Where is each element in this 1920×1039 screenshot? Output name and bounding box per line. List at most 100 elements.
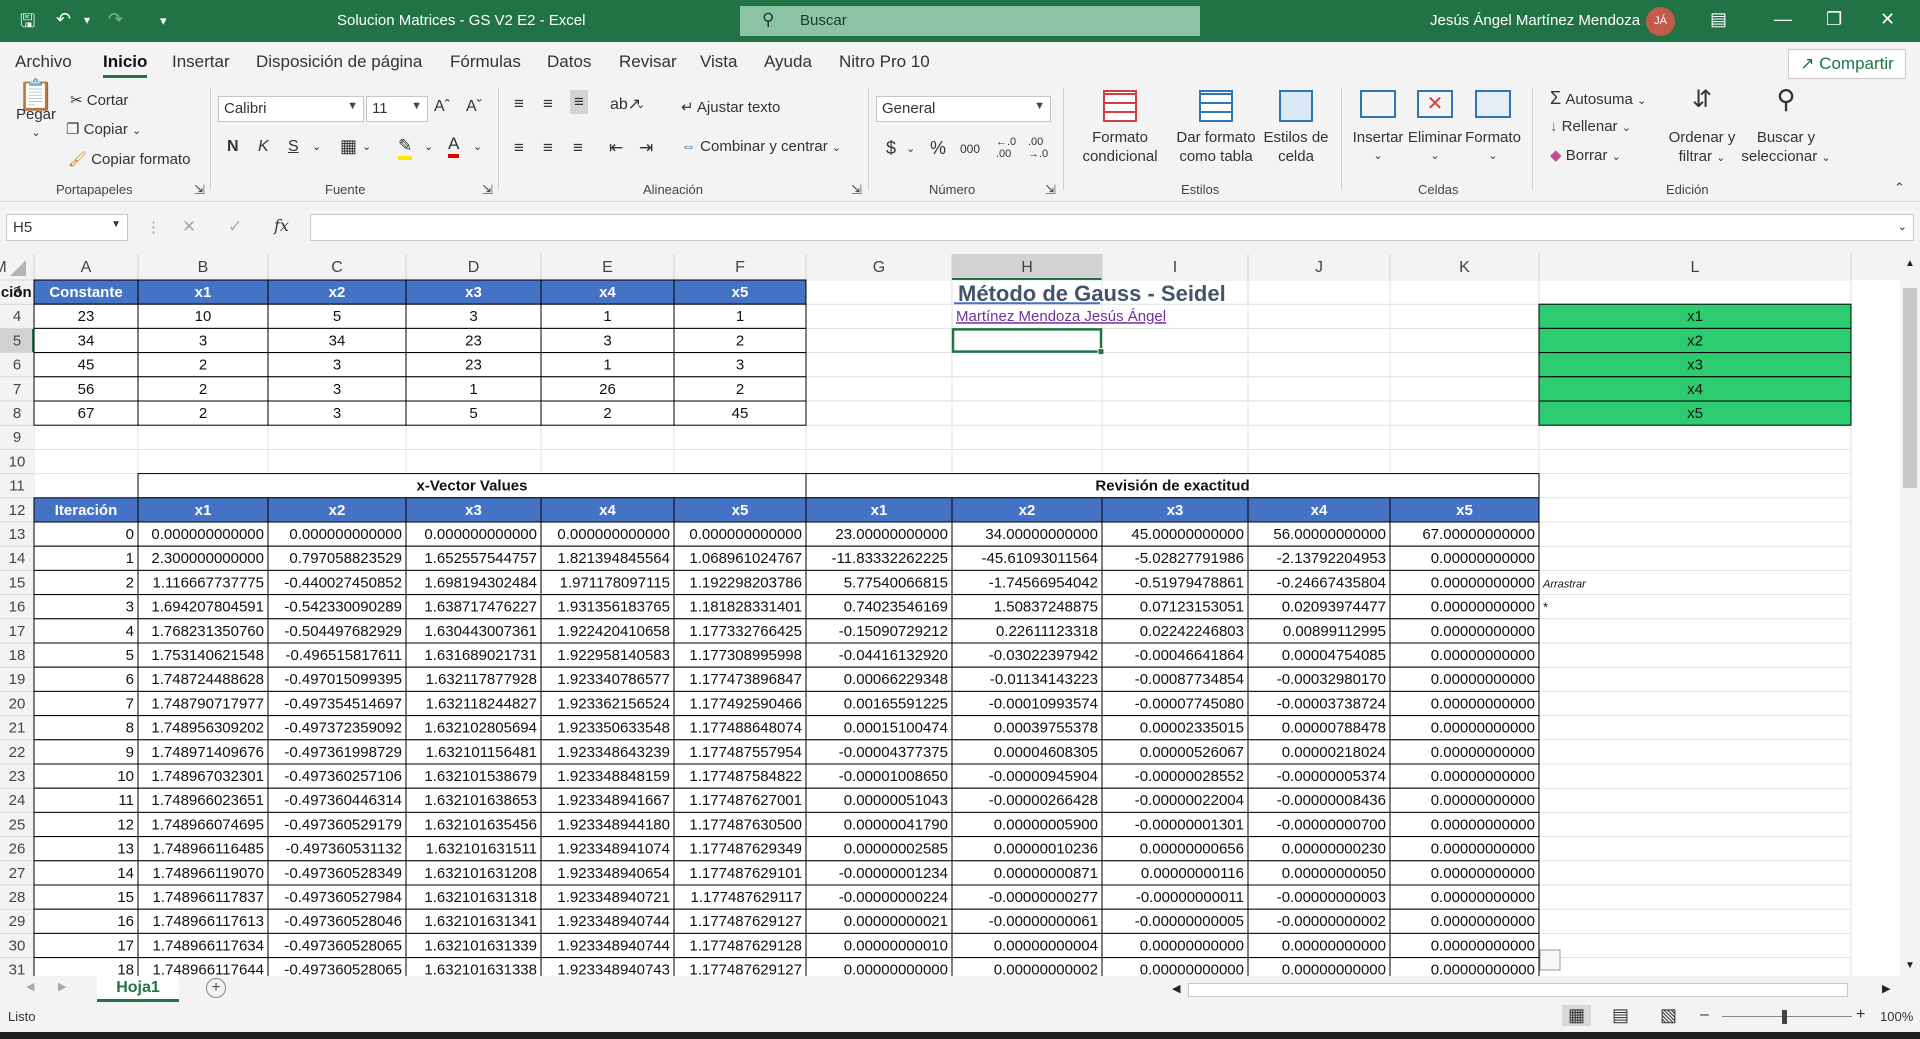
zoom-in-button[interactable]: + [1856, 1006, 1865, 1024]
save-icon[interactable]: 🖫 [20, 9, 35, 39]
tab-insertar[interactable]: Insertar [172, 52, 230, 72]
row-header-18[interactable]: 18 [9, 647, 26, 664]
row-header-10[interactable]: 10 [9, 453, 26, 470]
chevron-down-icon[interactable]: ⌄ [424, 140, 433, 153]
column-header-j[interactable]: J [1315, 259, 1323, 276]
row-header-15[interactable]: 15 [9, 574, 26, 591]
tab-formulas[interactable]: Fórmulas [450, 52, 521, 72]
undo-icon[interactable]: ↶ [56, 9, 71, 30]
autofill-options-icon[interactable] [1539, 949, 1561, 971]
scroll-down-icon[interactable]: ▼ [1905, 960, 1915, 971]
zoom-slider-thumb[interactable] [1782, 1010, 1787, 1024]
row-header-19[interactable]: 19 [9, 671, 26, 688]
autosum-button[interactable]: Σ Autosuma ⌄ [1550, 88, 1646, 109]
number-format-select[interactable]: General ▼ [876, 96, 1051, 122]
worksheet-grid[interactable]: A B C D E F G H I J K L M 3 4 5 6 7 8 9 10 11 12 13 14 15 16 17 18 19… [0, 254, 1900, 976]
align-top-icon[interactable]: ≡ [514, 94, 524, 114]
normal-view-icon[interactable]: ▦ [1562, 1005, 1592, 1026]
row-header-25[interactable]: 25 [9, 816, 26, 833]
column-header-l[interactable]: L [1691, 259, 1700, 276]
iteration-cell[interactable] [33, 521, 139, 547]
add-sheet-button[interactable]: + [206, 978, 226, 998]
row-header-28[interactable]: 28 [9, 889, 26, 906]
increase-font-icon[interactable]: Aˆ [434, 98, 450, 116]
iteration-cell[interactable] [33, 545, 139, 571]
decrease-decimal-icon[interactable]: .00 →.0 [1028, 136, 1048, 160]
vertical-scrollbar[interactable]: ▲ ▼ [1900, 254, 1920, 976]
align-bottom-icon[interactable]: ≡ [570, 90, 588, 114]
chevron-down-icon[interactable]: ⌄ [312, 140, 321, 153]
row-header-11[interactable]: 11 [9, 478, 25, 495]
dialog-launcher-icon[interactable]: ⇲ [482, 182, 493, 198]
page-layout-icon[interactable]: ▤ [1612, 1005, 1629, 1026]
iteration-cell[interactable] [33, 715, 139, 741]
iteration-cell[interactable] [33, 690, 139, 717]
decrease-indent-icon[interactable]: ⇤ [609, 138, 623, 158]
align-center-icon[interactable]: ≡ [543, 138, 553, 158]
find-select-button[interactable]: ⚲ Buscar y seleccionar ⌄ [1738, 86, 1834, 168]
zoom-slider[interactable] [1722, 1016, 1852, 1017]
close-icon[interactable]: ✕ [1880, 9, 1895, 30]
cut-button[interactable]: ✂ Cortar [70, 91, 128, 109]
currency-button[interactable]: $ [886, 138, 896, 159]
column-header-g[interactable]: G [873, 259, 885, 276]
delete-cells-button[interactable]: ✕ Eliminar ⌄ [1404, 90, 1466, 166]
row-header-21[interactable]: 21 [9, 720, 26, 737]
row-header-17[interactable]: 17 [9, 623, 26, 640]
scroll-left-icon[interactable]: ◀ [1172, 982, 1180, 995]
column-header-a[interactable]: A [81, 259, 92, 276]
percent-button[interactable]: % [930, 138, 946, 159]
page-break-icon[interactable]: ▧ [1660, 1005, 1677, 1026]
chevron-down-icon[interactable]: ⌄ [636, 98, 645, 111]
row-header-13[interactable]: 13 [9, 526, 26, 543]
user-name[interactable]: Jesús Ángel Martínez Mendoza [1430, 12, 1640, 29]
name-box[interactable]: H5 ▼ [6, 214, 128, 241]
italic-button[interactable]: K [258, 138, 269, 156]
iteration-cell[interactable] [33, 569, 139, 596]
share-button[interactable]: ↗ Compartir [1788, 49, 1906, 79]
iteration-cell[interactable] [33, 618, 139, 644]
wrap-text-button[interactable]: ↵ Ajustar texto [681, 98, 780, 116]
prev-sheet-icon[interactable]: ◀ [26, 980, 34, 993]
align-left-icon[interactable]: ≡ [514, 138, 524, 158]
hscroll-thumb[interactable] [1188, 983, 1848, 997]
restore-icon[interactable]: ❐ [1826, 9, 1842, 30]
cell-styles-button[interactable]: Estilos de celda [1258, 90, 1334, 166]
column-header-b[interactable]: B [198, 259, 209, 276]
column-header-k[interactable]: K [1459, 259, 1470, 276]
scroll-right-icon[interactable]: ▶ [1882, 982, 1890, 995]
tab-archivo[interactable]: Archivo [15, 52, 72, 72]
chevron-down-icon[interactable]: ⌄ [906, 142, 915, 155]
row-header-29[interactable]: 29 [9, 913, 26, 930]
minimize-icon[interactable]: — [1774, 9, 1792, 30]
iteration-cell[interactable] [33, 666, 139, 692]
scroll-thumb[interactable] [1903, 288, 1917, 488]
font-size-select[interactable]: 11 ▼ [366, 96, 428, 122]
border-icon[interactable]: ▦ [340, 136, 357, 157]
row-header-23[interactable]: 23 [9, 768, 26, 785]
merge-center-button[interactable]: ⇔ Combinar y centrar ⌄ [681, 138, 841, 155]
row-header-31[interactable]: 31 [9, 962, 26, 976]
decrease-font-icon[interactable]: Aˇ [466, 98, 482, 116]
sheet-tab-hoja1[interactable]: Hoja1 [97, 976, 179, 1002]
row-header-30[interactable]: 30 [9, 937, 26, 954]
enter-icon[interactable]: ✓ [228, 217, 242, 237]
chevron-down-icon[interactable]: ⌄ [362, 140, 371, 153]
redo-icon[interactable]: ↷ [108, 9, 123, 30]
dialog-launcher-icon[interactable]: ⇲ [851, 182, 862, 198]
format-cells-button[interactable]: Formato ⌄ [1462, 90, 1524, 166]
iteration-cell[interactable] [33, 739, 139, 765]
collapse-ribbon-icon[interactable]: ⌃ [1894, 180, 1905, 196]
format-painter-button[interactable]: 🖌 Copiar formato [68, 150, 190, 168]
column-header-m[interactable]: M [0, 259, 7, 276]
horizontal-scrollbar[interactable]: ◀ ▶ [1164, 978, 1900, 1002]
align-right-icon[interactable]: ≡ [573, 138, 583, 158]
column-header-f[interactable]: F [735, 259, 745, 276]
thousands-button[interactable]: 000 [960, 142, 980, 156]
tab-vista[interactable]: Vista [700, 52, 738, 72]
column-header-c[interactable]: C [331, 259, 343, 276]
insert-cells-button[interactable]: Insertar ⌄ [1348, 90, 1408, 166]
search-box[interactable]: ⚲ Buscar [740, 6, 1200, 36]
font-name-select[interactable]: Calibri ▼ [218, 96, 364, 122]
author-hyperlink[interactable]: Martínez Mendoza Jesús Ángel [956, 308, 1166, 325]
